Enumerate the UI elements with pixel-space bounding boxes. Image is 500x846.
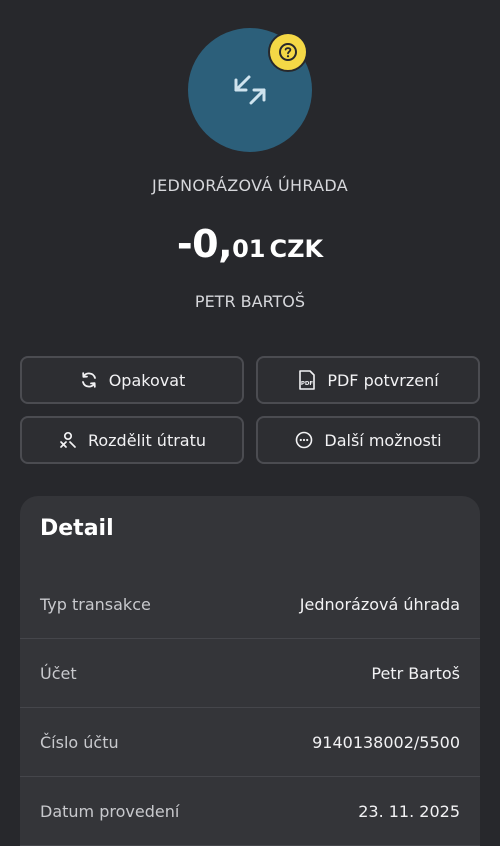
- detail-row-value: 23. 11. 2025: [358, 801, 460, 821]
- transaction-avatar: [188, 28, 312, 152]
- refresh-icon: [81, 372, 96, 388]
- detail-row-label: Datum provedení: [40, 801, 180, 821]
- detail-row-account: Účet Petr Bartoš: [20, 639, 480, 708]
- transaction-detail-screen: JEDNORÁZOVÁ ÚHRADA -0,01 CZK PETR BARTOŠ …: [0, 0, 500, 846]
- repeat-button-label: Opakovat: [108, 370, 186, 390]
- detail-row-transaction-type: Typ transakce Jednorázová úhrada: [20, 570, 480, 639]
- more-options-button-label: Další možnosti: [324, 430, 442, 450]
- amount-currency: CZK: [269, 235, 324, 263]
- help-badge[interactable]: [268, 32, 308, 72]
- amount-decimal: 01: [232, 235, 266, 263]
- split-expense-button[interactable]: Rozdělit útratu: [20, 416, 244, 464]
- pdf-file-icon: PDF: [299, 370, 316, 390]
- split-people-icon: [60, 431, 76, 448]
- question-icon: [279, 43, 297, 61]
- pdf-confirmation-button[interactable]: PDF PDF potvrzení: [256, 356, 480, 404]
- more-options-button[interactable]: Další možnosti: [256, 416, 480, 464]
- detail-row-label: Účet: [40, 663, 77, 683]
- transaction-amount: -0,01 CZK: [0, 222, 500, 266]
- detail-row-label: Typ transakce: [40, 594, 151, 614]
- detail-row-label: Číslo účtu: [40, 732, 119, 752]
- detail-row-account-number: Číslo účtu 9140138002/5500: [20, 708, 480, 777]
- svg-text:PDF: PDF: [301, 381, 314, 387]
- repeat-button[interactable]: Opakovat: [20, 356, 244, 404]
- counterparty-name: PETR BARTOŠ: [194, 292, 306, 311]
- detail-row-execution-date: Datum provedení 23. 11. 2025: [20, 777, 480, 846]
- detail-card: Detail Typ transakce Jednorázová úhrada …: [20, 496, 480, 846]
- split-expense-button-label: Rozdělit útratu: [87, 430, 207, 450]
- transaction-type-title: JEDNORÁZOVÁ ÚHRADA: [152, 176, 348, 195]
- detail-row-value: Petr Bartoš: [371, 663, 460, 683]
- more-dots-icon: [296, 431, 313, 449]
- detail-row-value: Jednorázová úhrada: [299, 594, 460, 614]
- detail-row-value: 9140138002/5500: [312, 732, 460, 752]
- detail-card-title: Detail: [40, 516, 114, 541]
- pdf-confirmation-button-label: PDF potvrzení: [327, 370, 439, 390]
- amount-whole: -0,: [176, 222, 233, 266]
